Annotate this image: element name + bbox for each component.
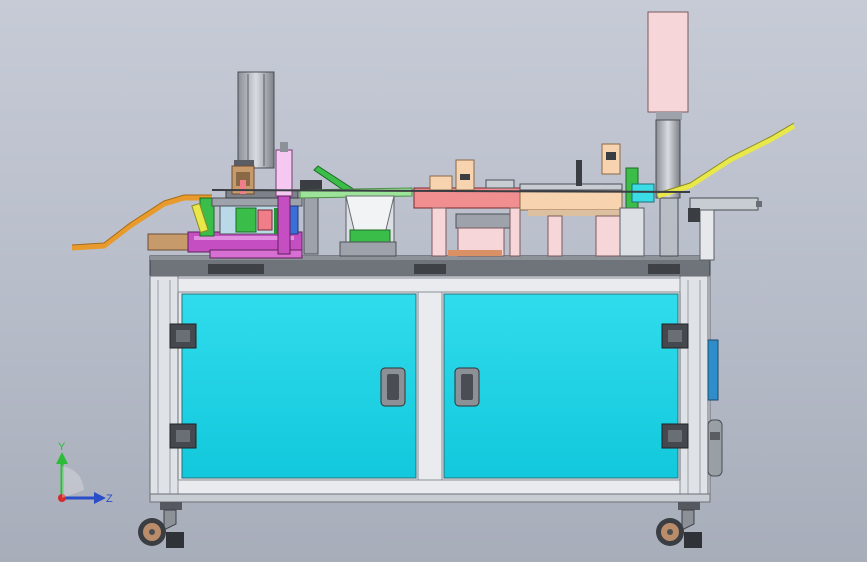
cad-model-viewport[interactable]: Y Z — [0, 0, 867, 562]
y-axis-label: Y — [58, 441, 66, 453]
vertical-lift-cylinder — [231, 71, 275, 195]
table-slot — [208, 264, 264, 274]
horizontal-push-cylinder — [688, 197, 762, 261]
middle-pink-plate — [413, 159, 523, 257]
machine-cabinet[interactable] — [138, 255, 723, 548]
frame-middle-post — [417, 291, 443, 481]
hinge — [169, 323, 197, 349]
frame-base — [149, 493, 711, 503]
table-slot — [414, 264, 446, 274]
frame-left-post — [149, 275, 179, 503]
right-door-handle[interactable] — [454, 367, 480, 407]
caster-wheel-right — [656, 502, 702, 548]
frame-bottom-rail — [177, 479, 681, 495]
frame-right-post — [679, 275, 709, 503]
hinge — [661, 423, 689, 449]
caster-wheel-left — [138, 502, 184, 548]
axis-triad: Y Z — [56, 441, 113, 505]
side-electrical-box — [707, 339, 719, 401]
left-door-handle[interactable] — [380, 367, 406, 407]
table-slot — [648, 264, 680, 274]
side-motor — [707, 419, 723, 477]
top-mechanisms[interactable] — [71, 11, 796, 261]
frame-top-rail — [177, 277, 681, 293]
right-tower — [647, 11, 689, 257]
z-axis-label: Z — [106, 493, 113, 505]
hinge — [661, 323, 689, 349]
hinge — [169, 423, 197, 449]
